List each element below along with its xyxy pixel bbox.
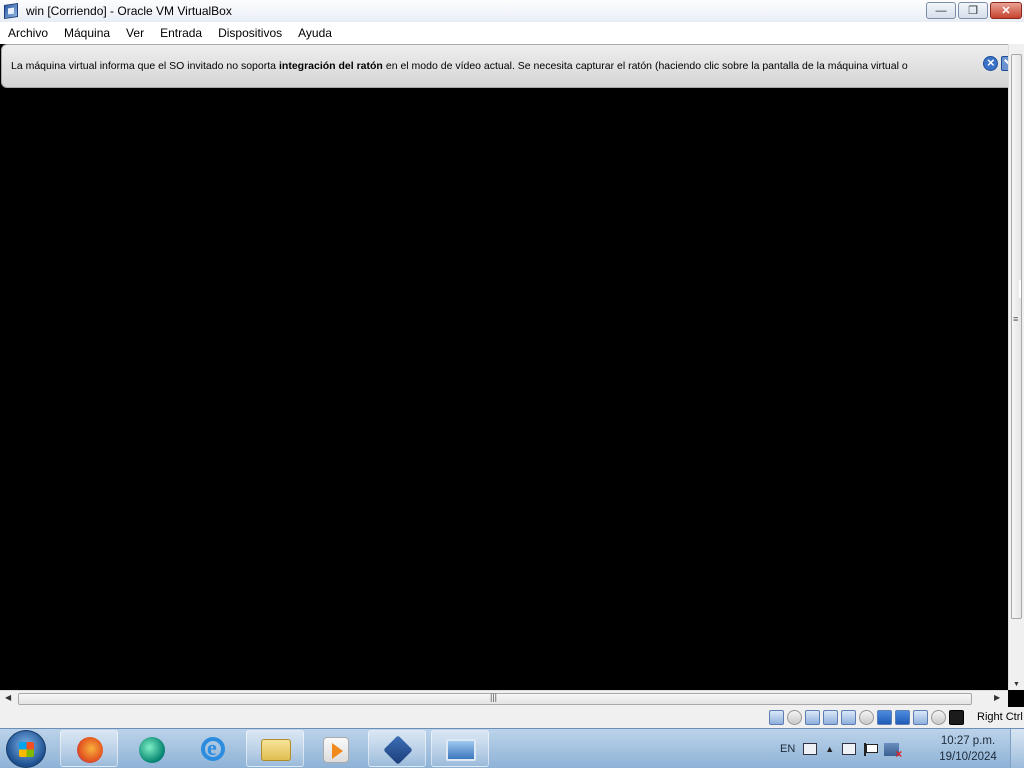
menu-ver[interactable]: Ver xyxy=(118,22,152,44)
horizontal-scrollbar[interactable]: ◀ ||| ▶ xyxy=(0,690,1008,707)
close-message-icon[interactable] xyxy=(983,55,998,71)
mouse-cursor xyxy=(1019,280,1023,298)
device-icon[interactable] xyxy=(842,743,857,755)
window-title: win [Corriendo] - Oracle VM VirtualBox xyxy=(26,4,232,18)
close-icon: ✕ xyxy=(1001,5,1011,17)
internet-explorer-icon xyxy=(201,735,225,761)
menu-dispositivos[interactable]: Dispositivos xyxy=(210,22,290,44)
video-capture-icon[interactable] xyxy=(895,710,910,725)
notice-text-before: La máquina virtual informa que el SO inv… xyxy=(11,60,276,72)
vm-display[interactable] xyxy=(0,88,1008,690)
vertical-grip-icon: ≡ xyxy=(1013,314,1019,324)
taskbar-virtualbox[interactable] xyxy=(368,730,426,767)
minimize-icon: — xyxy=(935,4,947,17)
menu-entrada[interactable]: Entrada xyxy=(152,22,210,44)
optical-drive-icon[interactable] xyxy=(787,710,802,725)
menu-ayuda[interactable]: Ayuda xyxy=(290,22,340,44)
host-key-label: Right Ctrl xyxy=(977,711,1023,723)
scroll-left-arrow-icon[interactable]: ◀ xyxy=(5,693,11,702)
mouse-integration-notice: La máquina virtual informa que el SO inv… xyxy=(1,44,1021,88)
audio-icon[interactable] xyxy=(805,710,820,725)
language-indicator[interactable]: EN xyxy=(780,743,795,755)
keyboard-icon[interactable] xyxy=(803,743,818,755)
clock[interactable]: 10:27 p.m. 19/10/2024 xyxy=(936,733,1000,765)
show-desktop-button[interactable] xyxy=(1010,729,1024,768)
vm-status-bar: Right Ctrl xyxy=(0,707,1024,728)
virtualization-icon[interactable] xyxy=(913,710,928,725)
restore-icon: ❐ xyxy=(968,5,978,17)
taskbar: EN ▲ 10:27 p.m. 19/10/2024 xyxy=(0,728,1024,768)
image-viewer-icon xyxy=(446,739,476,761)
system-tray: EN ▲ xyxy=(780,729,902,768)
network-icon[interactable] xyxy=(823,710,838,725)
close-button[interactable]: ✕ xyxy=(990,2,1022,19)
clock-date: 19/10/2024 xyxy=(939,751,997,763)
menu-archivo[interactable]: Archivo xyxy=(0,22,56,44)
horizontal-grip-icon: ||| xyxy=(490,692,498,702)
media-player-icon xyxy=(323,737,349,763)
status-indicators xyxy=(769,710,964,725)
menu-bar: Archivo Máquina Ver Entrada Dispositivos… xyxy=(0,22,1024,44)
vertical-scrollbar[interactable]: ≡ ▼ xyxy=(1008,44,1024,690)
show-hidden-icons-icon[interactable]: ▲ xyxy=(825,744,834,754)
app-icon xyxy=(139,737,165,763)
taskbar-firefox[interactable] xyxy=(60,730,118,767)
network-disconnected-icon[interactable] xyxy=(884,742,902,761)
mouse-integration-icon[interactable] xyxy=(931,710,946,725)
menu-maquina[interactable]: Máquina xyxy=(56,22,118,44)
minimize-button[interactable]: — xyxy=(926,2,956,19)
start-button[interactable] xyxy=(6,730,46,768)
vertical-scroll-thumb[interactable] xyxy=(1011,54,1022,619)
file-explorer-icon xyxy=(261,739,291,761)
scroll-down-arrow-icon[interactable]: ▼ xyxy=(1013,681,1020,688)
taskbar-internet-explorer[interactable] xyxy=(184,730,242,767)
taskbar-image-viewer[interactable] xyxy=(431,730,489,767)
virtualbox-icon[interactable] xyxy=(2,2,20,20)
restore-button[interactable]: ❐ xyxy=(958,2,988,19)
usb-icon[interactable] xyxy=(841,710,856,725)
hard-disk-icon[interactable] xyxy=(769,710,784,725)
display-icon[interactable] xyxy=(877,710,892,725)
taskbar-file-explorer[interactable] xyxy=(246,730,304,767)
notice-text-after: en el modo de vídeo actual. Se necesita … xyxy=(385,60,908,72)
keyboard-capture-icon[interactable] xyxy=(949,710,964,725)
clock-time: 10:27 p.m. xyxy=(940,735,996,747)
virtualbox-taskbar-icon xyxy=(383,735,413,765)
scroll-right-arrow-icon[interactable]: ▶ xyxy=(994,693,1000,702)
shared-folders-icon[interactable] xyxy=(859,710,874,725)
taskbar-app[interactable] xyxy=(122,730,180,767)
notice-text-bold: integración del ratón xyxy=(279,60,383,72)
action-center-flag-icon[interactable] xyxy=(864,742,879,756)
window-controls: — ❐ ✕ xyxy=(926,2,1022,19)
firefox-icon xyxy=(77,737,103,763)
title-bar: win [Corriendo] - Oracle VM VirtualBox —… xyxy=(0,0,1024,22)
taskbar-media-player[interactable] xyxy=(306,730,364,767)
